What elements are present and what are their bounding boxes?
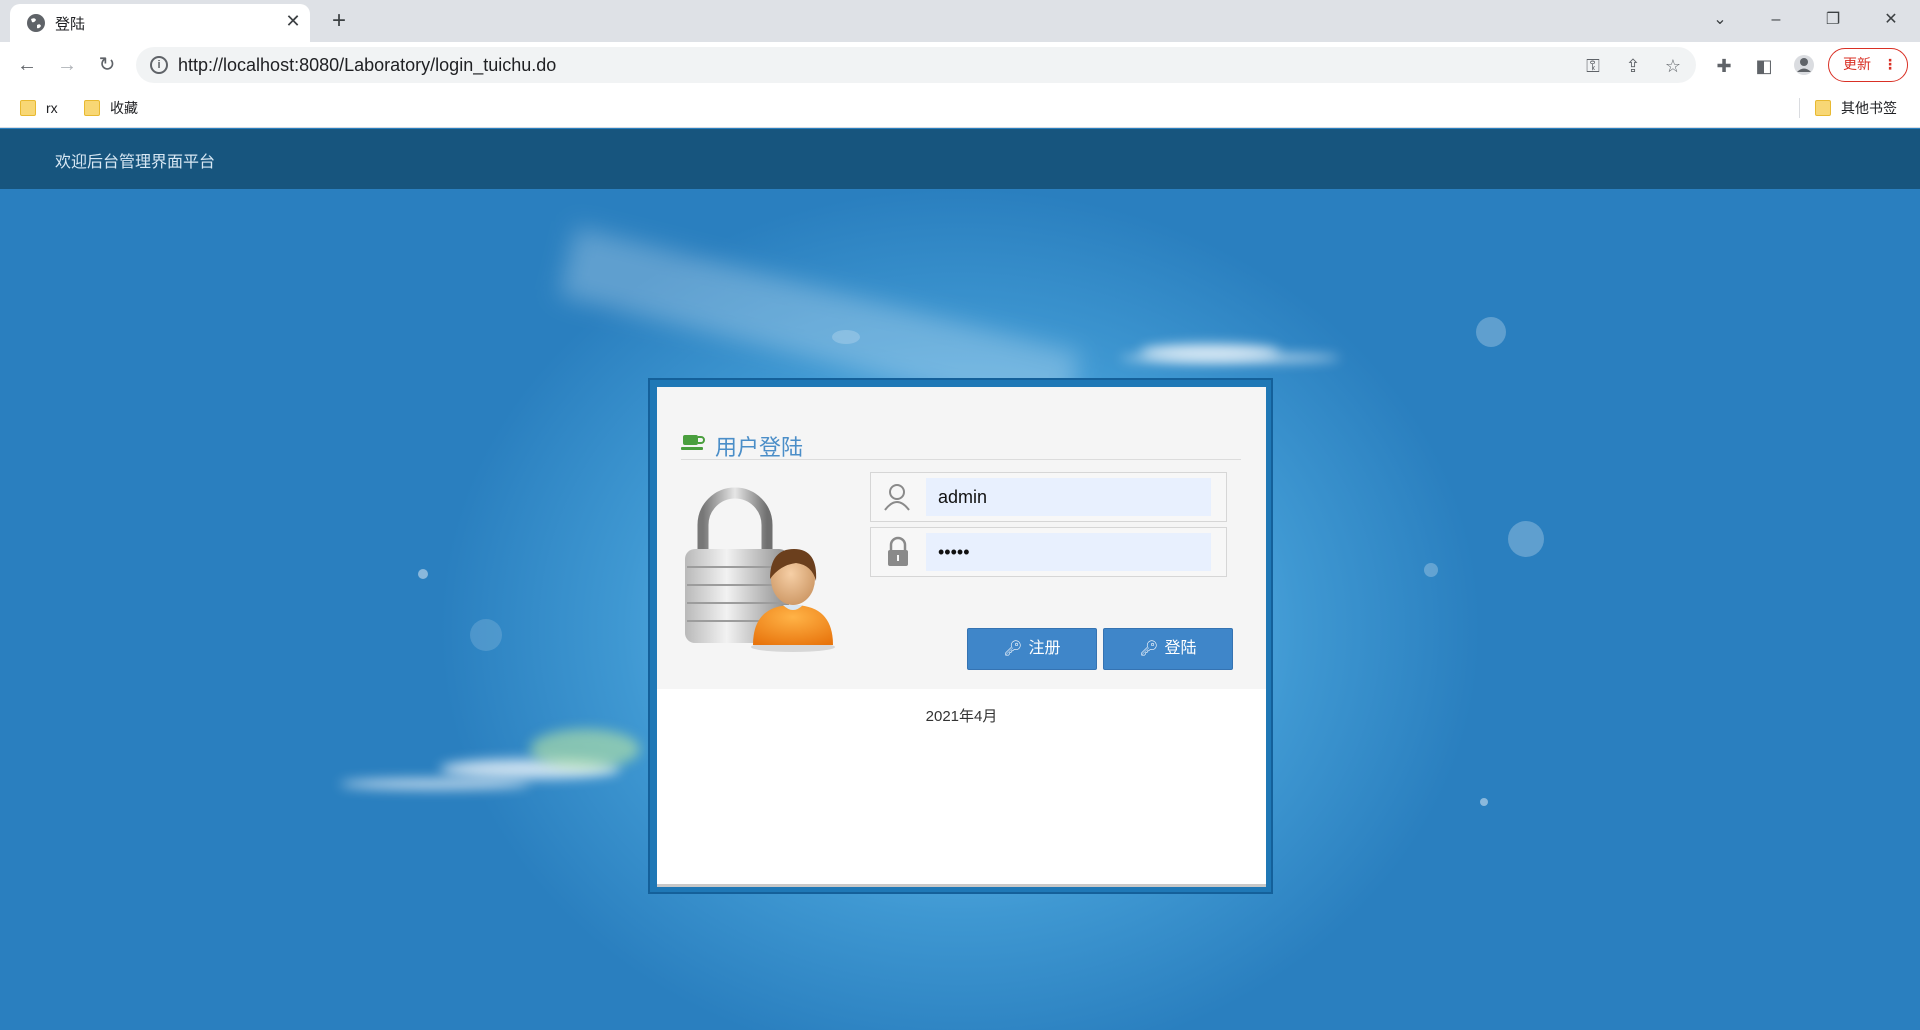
reload-button[interactable]: ↻ — [93, 51, 121, 79]
close-tab-icon[interactable]: ✕ — [282, 10, 304, 32]
site-info-icon[interactable]: i — [150, 56, 168, 74]
new-tab-button[interactable]: + — [326, 8, 352, 34]
bookmark-label: rx — [46, 100, 58, 116]
close-window-button[interactable]: ✕ — [1871, 6, 1911, 34]
login-header: 用户登陆 — [681, 428, 1241, 460]
cloud — [1120, 354, 1340, 362]
page-content: 欢迎后台管理界面平台 用户登陆 admin 🔑︎ 注册 🔑︎ 登陆 2021年4… — [0, 129, 1920, 1030]
forward-button[interactable]: → — [53, 51, 81, 79]
restore-button[interactable]: ❐ — [1813, 6, 1853, 34]
welcome-text: 欢迎后台管理界面平台 — [55, 154, 216, 171]
menu-dots-icon: ⋮ — [1883, 56, 1897, 72]
minimize-button[interactable]: – — [1756, 6, 1796, 34]
bubble — [470, 619, 502, 651]
cloud-glow — [530, 729, 640, 769]
bookmarks-divider — [1799, 98, 1800, 118]
tab-search-icon[interactable]: ⌄ — [1700, 6, 1740, 34]
register-label: 注册 — [1028, 640, 1061, 657]
login-button[interactable]: 🔑︎ 登陆 — [1103, 628, 1233, 670]
bookmark-folder-rx[interactable]: rx — [20, 97, 58, 119]
key-icon[interactable]: ⚿ — [1582, 55, 1604, 77]
register-button[interactable]: 🔑︎ 注册 — [967, 628, 1097, 670]
login-panel-inner: 用户登陆 admin 🔑︎ 注册 🔑︎ 登陆 2021年4月 — [657, 387, 1266, 887]
star-bookmark-icon[interactable]: ☆ — [1662, 55, 1684, 77]
lock-icon — [888, 536, 908, 566]
address-bar[interactable]: i http://localhost:8080/Laboratory/login… — [136, 47, 1696, 83]
username-field — [870, 472, 1227, 522]
bubble — [832, 330, 860, 344]
bubble — [1480, 798, 1488, 806]
other-bookmarks-folder[interactable]: 其他书签 — [1815, 97, 1897, 119]
bubble — [1476, 317, 1506, 347]
bubble — [1424, 563, 1438, 577]
date-text: 2021年4月 — [925, 708, 998, 725]
login-label: 登陆 — [1164, 640, 1197, 657]
user-icon — [884, 484, 910, 511]
panel-bottom-line — [657, 884, 1266, 887]
coffee-cup-icon — [681, 435, 705, 450]
bookmarks-bar: rx 收藏 其他书签 — [0, 88, 1920, 128]
browser-tab-strip: 登陆 ✕ + ⌄ – ❐ ✕ — [0, 0, 1920, 42]
lock-user-icon — [685, 487, 835, 652]
bubble — [418, 569, 428, 579]
login-form-area: 用户登陆 admin 🔑︎ 注册 🔑︎ 登陆 — [657, 387, 1266, 689]
username-input[interactable] — [926, 478, 1211, 516]
bookmark-label: 收藏 — [110, 100, 138, 116]
cloud — [340, 779, 530, 789]
folder-icon — [1815, 100, 1831, 116]
key-icon: 🔑︎ — [1139, 640, 1159, 657]
browser-toolbar: ← → ↻ i http://localhost:8080/Laboratory… — [0, 42, 1920, 88]
side-panel-icon[interactable]: ◧ — [1752, 54, 1776, 78]
tab-title: 登陆 — [55, 16, 86, 33]
share-icon[interactable]: ⇪ — [1622, 55, 1644, 77]
login-panel: 用户登陆 admin 🔑︎ 注册 🔑︎ 登陆 2021年4月 — [648, 378, 1273, 894]
folder-icon — [84, 100, 100, 116]
folder-icon — [20, 100, 36, 116]
password-field — [870, 527, 1227, 577]
password-input[interactable] — [926, 533, 1211, 571]
globe-icon — [27, 14, 45, 32]
address-url[interactable]: http://localhost:8080/Laboratory/login_t… — [178, 55, 556, 76]
login-title: 用户登陆 — [715, 435, 804, 460]
extensions-icon[interactable]: ✚ — [1712, 54, 1736, 78]
update-label: 更新 — [1843, 56, 1871, 72]
bookmark-folder-favorites[interactable]: 收藏 — [84, 97, 138, 119]
other-bookmarks-label: 其他书签 — [1841, 100, 1897, 116]
back-button[interactable]: ← — [13, 51, 41, 79]
key-icon: 🔑︎ — [1003, 640, 1023, 657]
update-button[interactable]: 更新 ⋮ — [1828, 48, 1908, 82]
bubble — [1508, 521, 1544, 557]
top-header-bar: 欢迎后台管理界面平台 — [0, 129, 1920, 189]
browser-tab[interactable]: 登陆 ✕ — [10, 4, 310, 42]
profile-icon[interactable] — [1792, 54, 1816, 78]
